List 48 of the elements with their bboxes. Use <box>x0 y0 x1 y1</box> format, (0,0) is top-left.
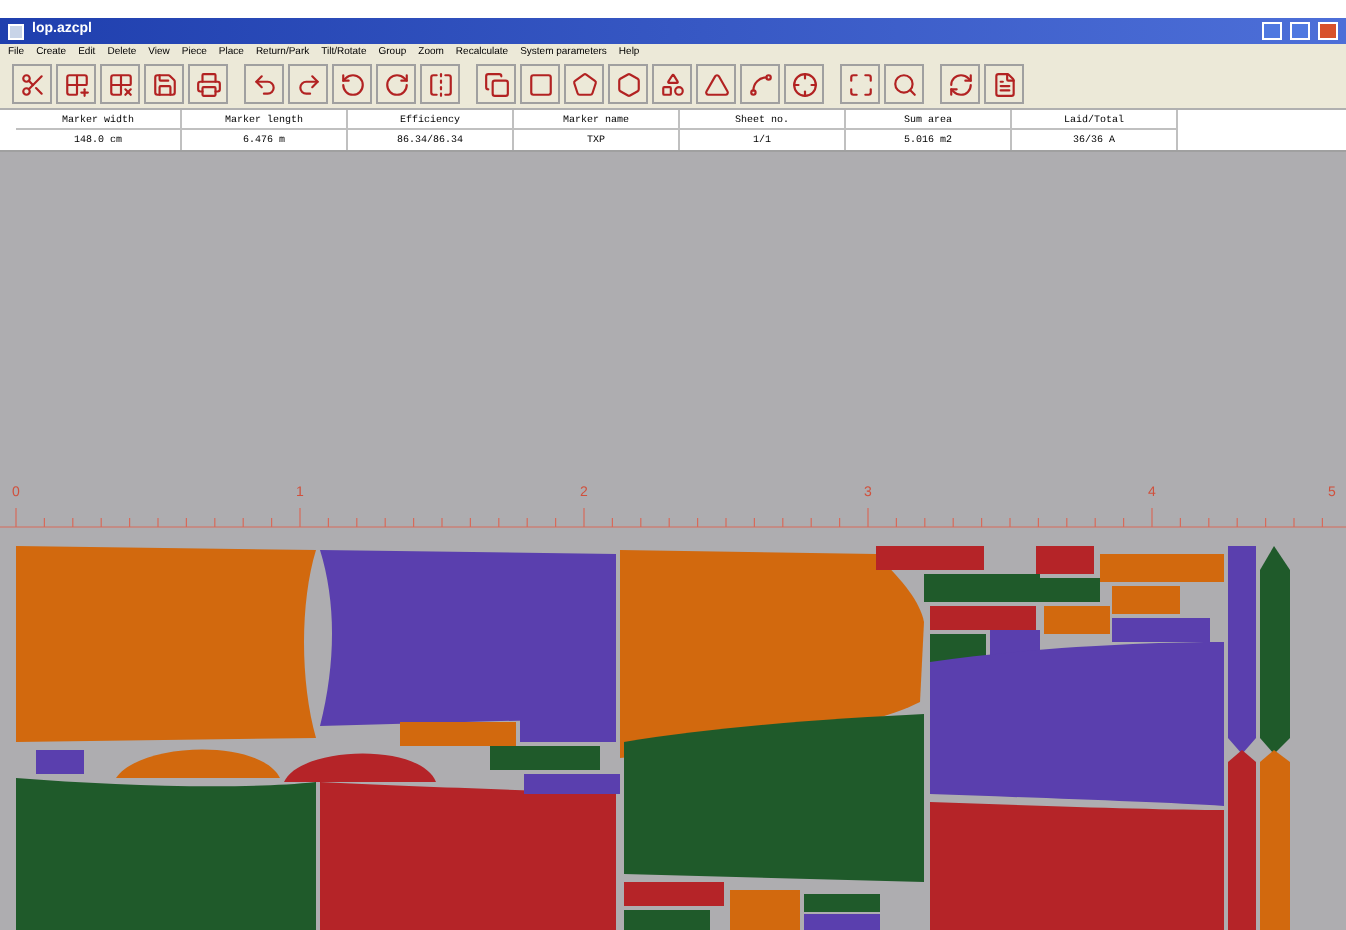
toolbar-button[interactable] <box>12 64 52 104</box>
toolbar-button[interactable] <box>476 64 516 104</box>
toolbar-button[interactable] <box>144 64 184 104</box>
toolbar-button[interactable] <box>940 64 980 104</box>
maximize-button[interactable] <box>1290 22 1310 40</box>
fit-icon <box>847 71 873 97</box>
toolbar-button[interactable] <box>188 64 228 104</box>
grid-plus-icon <box>63 71 89 97</box>
toolbar-button[interactable] <box>564 64 604 104</box>
save-icon <box>151 71 177 97</box>
document-icon <box>991 71 1017 97</box>
toolbar-button[interactable] <box>332 64 372 104</box>
toolbar-button[interactable] <box>784 64 824 104</box>
rotate-right-icon <box>383 71 409 97</box>
hexagon-icon <box>615 71 641 97</box>
triangle-icon <box>703 71 729 97</box>
toolbar-button[interactable] <box>520 64 560 104</box>
redo-icon <box>295 71 321 97</box>
toolbar-button[interactable] <box>100 64 140 104</box>
grid-remove-icon <box>107 71 133 97</box>
search-icon <box>891 71 917 97</box>
toolbar-button[interactable] <box>984 64 1024 104</box>
printer-icon <box>195 71 221 97</box>
toolbar-button[interactable] <box>608 64 648 104</box>
curve-icon <box>747 71 773 97</box>
rotate-left-icon <box>339 71 365 97</box>
refresh-icon <box>947 71 973 97</box>
undo-icon <box>251 71 277 97</box>
toolbar-button[interactable] <box>244 64 284 104</box>
scissors-icon <box>19 71 45 97</box>
flip-icon <box>427 71 453 97</box>
toolbar-button[interactable] <box>420 64 460 104</box>
minimize-button[interactable] <box>1262 22 1282 40</box>
app-icon <box>8 23 24 39</box>
toolbar-button[interactable] <box>376 64 416 104</box>
toolbar-button[interactable] <box>840 64 880 104</box>
shapes-icon <box>659 71 685 97</box>
close-button[interactable] <box>1318 22 1338 40</box>
toolbar-button[interactable] <box>740 64 780 104</box>
copy-icon <box>483 71 509 97</box>
toolbar-button[interactable] <box>288 64 328 104</box>
pentagon-icon <box>571 71 597 97</box>
square-icon <box>527 71 553 97</box>
toolbar-button[interactable] <box>652 64 692 104</box>
crosshair-icon <box>791 71 817 97</box>
toolbar-button[interactable] <box>696 64 736 104</box>
toolbar-button[interactable] <box>56 64 96 104</box>
toolbar-button[interactable] <box>884 64 924 104</box>
